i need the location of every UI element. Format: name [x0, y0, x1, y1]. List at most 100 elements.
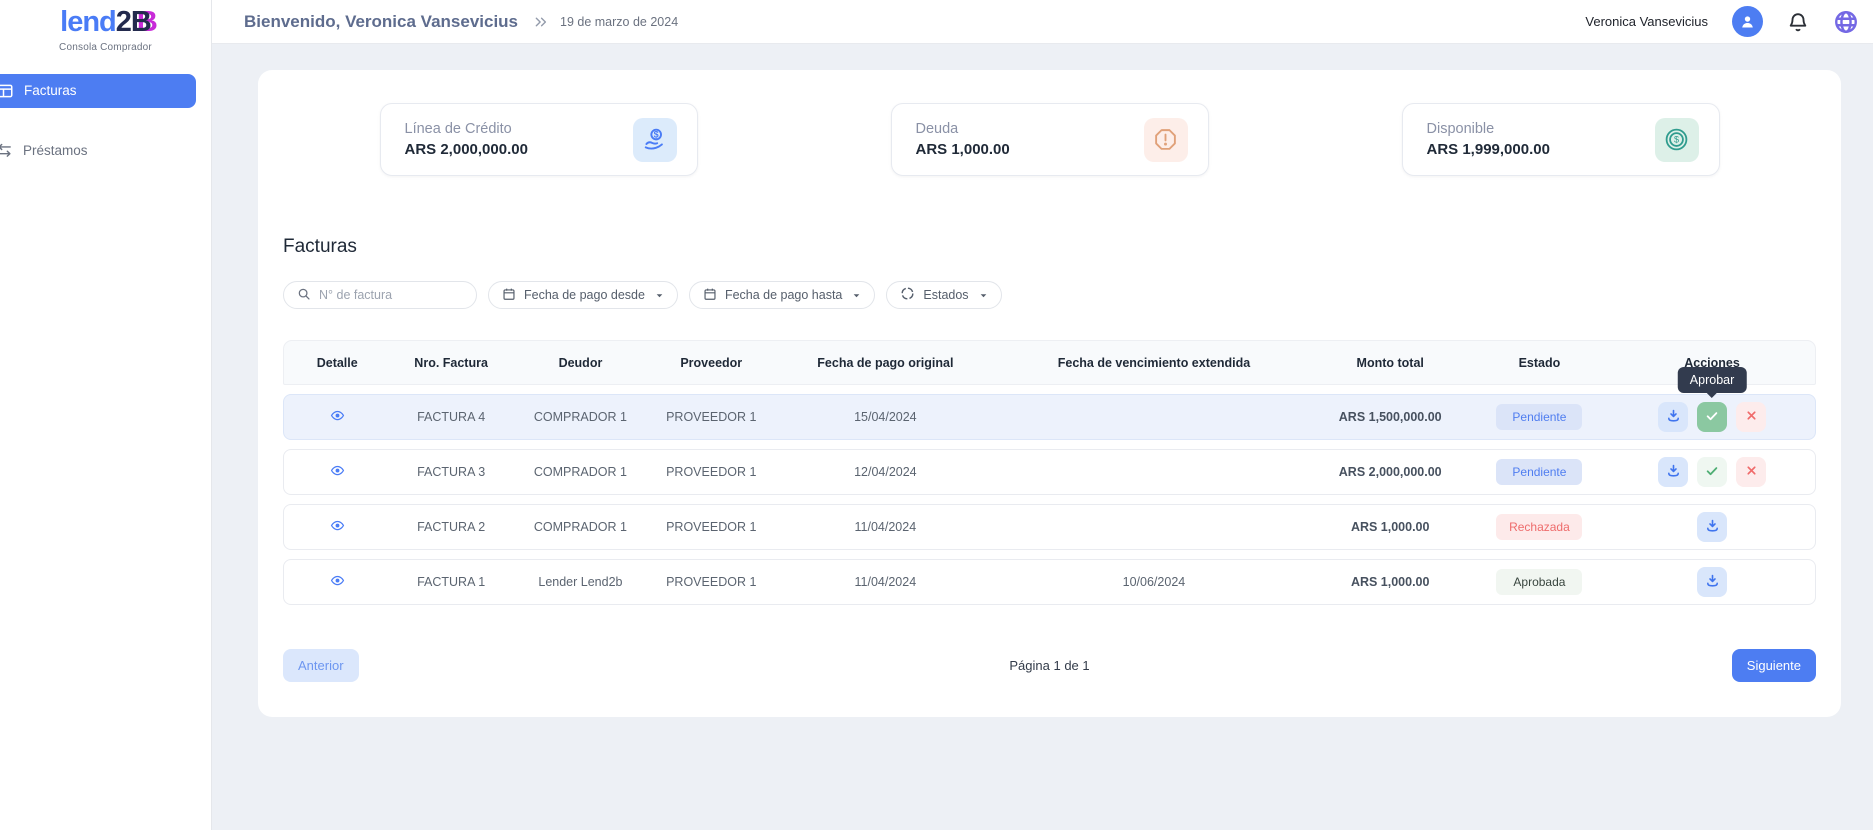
- coins-icon: $: [1655, 118, 1699, 162]
- welcome-title: Bienvenido, Veronica Vansevicius: [244, 12, 518, 32]
- download-button[interactable]: [1658, 457, 1688, 487]
- content-card: Línea de Crédito ARS 2,000,000.00 $ Deud…: [258, 70, 1841, 717]
- cell-deudor: COMPRADOR 1: [512, 410, 649, 424]
- download-icon: [1666, 408, 1681, 426]
- view-detail-button[interactable]: [330, 408, 345, 423]
- download-button[interactable]: [1697, 567, 1727, 597]
- cell-deudor: COMPRADOR 1: [512, 465, 649, 479]
- view-detail-button[interactable]: [330, 573, 345, 588]
- download-button[interactable]: [1697, 512, 1727, 542]
- search-icon: [297, 287, 311, 304]
- status-badge: Rechazada: [1496, 514, 1582, 540]
- cell-factura: FACTURA 2: [390, 520, 511, 534]
- column-header: Proveedor: [649, 356, 773, 370]
- stats-row: Línea de Crédito ARS 2,000,000.00 $ Deud…: [283, 103, 1816, 176]
- table-row[interactable]: FACTURA 3 COMPRADOR 1 PROVEEDOR 1 12/04/…: [283, 449, 1816, 495]
- cell-factura: FACTURA 4: [390, 410, 511, 424]
- status-badge: Pendiente: [1496, 459, 1582, 485]
- cell-monto: ARS 1,000.00: [1311, 575, 1470, 589]
- cell-monto: ARS 1,000.00: [1311, 520, 1470, 534]
- filter-label: Fecha de pago hasta: [725, 288, 842, 302]
- bell-icon[interactable]: [1787, 11, 1809, 33]
- view-detail-button[interactable]: [330, 518, 345, 533]
- view-detail-button[interactable]: [330, 463, 345, 478]
- transfer-icon: [0, 142, 13, 159]
- filter-estados[interactable]: Estados: [886, 281, 1001, 309]
- x-icon: [1745, 409, 1758, 425]
- check-icon: [1705, 409, 1719, 426]
- tooltip-aprobar: Aprobar: [1678, 367, 1746, 393]
- filter-label: Fecha de pago desde: [524, 288, 645, 302]
- globe-icon[interactable]: [1833, 9, 1859, 35]
- caret-down-icon: [852, 291, 861, 300]
- sidebar-item-label: Préstamos: [23, 143, 88, 158]
- column-header: Fecha de pago original: [773, 356, 997, 370]
- cell-factura: FACTURA 3: [390, 465, 511, 479]
- calendar-icon: [502, 287, 516, 304]
- pagination: Anterior Página 1 de 1 Siguiente: [283, 649, 1816, 682]
- stat-value: ARS 1,000.00: [916, 141, 1010, 158]
- previous-page-button[interactable]: Anterior: [283, 649, 359, 682]
- table-row[interactable]: FACTURA 2 COMPRADOR 1 PROVEEDOR 1 11/04/…: [283, 504, 1816, 550]
- sidebar-item-prestamos[interactable]: Préstamos: [0, 134, 211, 168]
- sidebar: lend2BB Consola Comprador Facturas Prést…: [0, 0, 212, 830]
- sidebar-item-facturas[interactable]: Facturas: [0, 74, 196, 108]
- stat-card-disponible: Disponible ARS 1,999,000.00 $: [1402, 103, 1720, 176]
- status-circle-icon: [900, 286, 915, 304]
- next-page-button[interactable]: Siguiente: [1732, 649, 1816, 682]
- invoice-search-field[interactable]: [283, 281, 477, 309]
- brand-subtitle: Consola Comprador: [0, 42, 211, 53]
- approve-button[interactable]: [1697, 457, 1727, 487]
- download-button[interactable]: [1658, 402, 1688, 432]
- x-icon: [1745, 464, 1758, 480]
- column-header: Detalle: [284, 356, 390, 370]
- reject-button[interactable]: [1736, 402, 1766, 432]
- table-row[interactable]: FACTURA 4 COMPRADOR 1 PROVEEDOR 1 15/04/…: [283, 394, 1816, 440]
- approve-button[interactable]: Aprobar: [1697, 402, 1727, 432]
- column-header: Fecha de vencimiento extendida: [997, 356, 1310, 370]
- cell-fecha-original: 15/04/2024: [773, 410, 997, 424]
- stat-value: ARS 2,000,000.00: [405, 141, 528, 158]
- alert-octagon-icon: [1144, 118, 1188, 162]
- cell-fecha-original: 11/04/2024: [773, 520, 997, 534]
- filter-fecha-pago-hasta[interactable]: Fecha de pago hasta: [689, 281, 875, 309]
- page-title: Facturas: [283, 236, 1816, 258]
- hand-coin-icon: $: [633, 118, 677, 162]
- caret-down-icon: [979, 291, 988, 300]
- sidebar-nav: Facturas Préstamos: [0, 74, 211, 168]
- status-badge: Aprobada: [1496, 569, 1582, 595]
- download-icon: [1666, 463, 1681, 481]
- download-icon: [1705, 573, 1720, 591]
- reject-button[interactable]: [1736, 457, 1766, 487]
- logo-lend: lend: [60, 6, 116, 38]
- filter-label: Estados: [923, 288, 968, 302]
- cell-factura: FACTURA 1: [390, 575, 511, 589]
- table-row[interactable]: FACTURA 1 Lender Lend2b PROVEEDOR 1 11/0…: [283, 559, 1816, 605]
- stat-card-deuda: Deuda ARS 1,000.00: [891, 103, 1209, 176]
- cell-proveedor: PROVEEDOR 1: [649, 410, 773, 424]
- column-header: Deudor: [512, 356, 649, 370]
- search-input[interactable]: [319, 288, 463, 302]
- brand-logo: lend2BB Consola Comprador: [0, 0, 211, 53]
- top-header: Bienvenido, Veronica Vansevicius 19 de m…: [212, 0, 1873, 44]
- stat-label: Disponible: [1427, 121, 1550, 137]
- logo-2: 2: [116, 6, 131, 38]
- cell-proveedor: PROVEEDOR 1: [649, 465, 773, 479]
- cell-fecha-original: 12/04/2024: [773, 465, 997, 479]
- sidebar-item-label: Facturas: [24, 83, 77, 98]
- filter-fecha-pago-desde[interactable]: Fecha de pago desde: [488, 281, 678, 309]
- cell-proveedor: PROVEEDOR 1: [649, 575, 773, 589]
- header-date: 19 de marzo de 2024: [560, 15, 678, 29]
- download-icon: [1705, 518, 1720, 536]
- cell-proveedor: PROVEEDOR 1: [649, 520, 773, 534]
- invoices-table: Detalle Nro. Factura Deudor Proveedor Fe…: [283, 340, 1816, 605]
- user-avatar-icon[interactable]: [1732, 6, 1763, 37]
- stat-card-linea-credito: Línea de Crédito ARS 2,000,000.00 $: [380, 103, 698, 176]
- svg-text:$: $: [1674, 135, 1679, 145]
- cell-fecha-extendida: 10/06/2024: [997, 575, 1310, 589]
- stat-value: ARS 1,999,000.00: [1427, 141, 1550, 158]
- cell-monto: ARS 1,500,000.00: [1311, 410, 1470, 424]
- table-header-row: Detalle Nro. Factura Deudor Proveedor Fe…: [283, 340, 1816, 385]
- cell-deudor: COMPRADOR 1: [512, 520, 649, 534]
- caret-down-icon: [655, 291, 664, 300]
